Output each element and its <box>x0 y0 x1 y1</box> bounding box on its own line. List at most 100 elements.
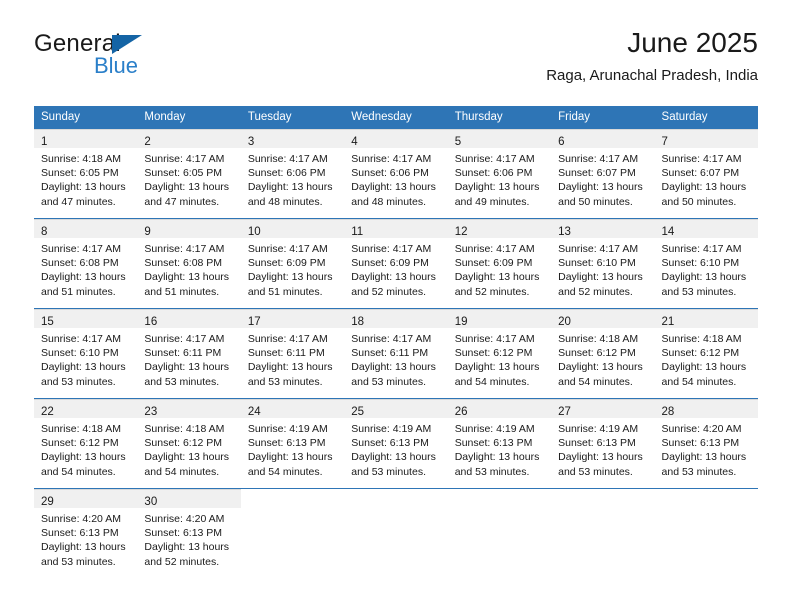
daylight-text-line2: and 52 minutes. <box>558 285 633 298</box>
day-cell[interactable]: 8 Sunrise: 4:17 AM Sunset: 6:08 PM Dayli… <box>34 219 138 308</box>
day-number: 14 <box>661 226 675 238</box>
sunrise-text: Sunrise: 4:17 AM <box>351 153 432 165</box>
day-cell[interactable]: 28 Sunrise: 4:20 AM Sunset: 6:13 PM Dayl… <box>654 399 758 488</box>
page-title: June 2025 <box>627 27 758 58</box>
daylight-text-line2: and 54 minutes. <box>558 375 633 388</box>
day-details: Sunrise: 4:18 AM Sunset: 6:12 PM Dayligh… <box>34 418 137 479</box>
general-blue-logo[interactable]: General Blue <box>34 30 234 86</box>
week-row: 22 Sunrise: 4:18 AM Sunset: 6:12 PM Dayl… <box>34 398 758 488</box>
day-cell[interactable]: 19 Sunrise: 4:17 AM Sunset: 6:12 PM Dayl… <box>447 309 552 398</box>
day-cell[interactable]: 14 Sunrise: 4:17 AM Sunset: 6:10 PM Dayl… <box>654 219 758 308</box>
day-number: 9 <box>144 226 151 238</box>
day-cell[interactable]: 20 Sunrise: 4:18 AM Sunset: 6:12 PM Dayl… <box>551 309 655 398</box>
day-cell[interactable]: 26 Sunrise: 4:19 AM Sunset: 6:13 PM Dayl… <box>447 399 552 488</box>
sunrise-text: Sunrise: 4:20 AM <box>661 423 742 435</box>
sunset-text: Sunset: 6:07 PM <box>661 167 740 180</box>
day-cell[interactable]: 3 Sunrise: 4:17 AM Sunset: 6:06 PM Dayli… <box>240 129 345 218</box>
daylight-text-line1: Daylight: 13 hours <box>351 181 436 194</box>
daylight-text-line2: and 50 minutes. <box>661 195 737 208</box>
day-number-bar: 23 <box>137 399 241 418</box>
daylight-text-line1: Daylight: 13 hours <box>247 181 333 194</box>
sunset-text: Sunset: 6:13 PM <box>351 437 429 450</box>
day-details: Sunrise: 4:17 AM Sunset: 6:11 PM Dayligh… <box>241 328 344 389</box>
day-number: 20 <box>558 316 571 328</box>
sunset-text: Sunset: 6:13 PM <box>661 437 740 450</box>
daylight-text-line2: and 47 minutes. <box>144 195 220 208</box>
day-details: Sunrise: 4:17 AM Sunset: 6:09 PM Dayligh… <box>448 238 551 299</box>
day-number: 22 <box>41 406 54 418</box>
day-number: 21 <box>661 316 675 328</box>
day-cell[interactable]: 13 Sunrise: 4:17 AM Sunset: 6:10 PM Dayl… <box>551 219 655 308</box>
day-number-bar: 10 <box>240 219 345 238</box>
day-cell[interactable]: 5 Sunrise: 4:17 AM Sunset: 6:06 PM Dayli… <box>447 129 552 218</box>
sunrise-text: Sunrise: 4:17 AM <box>661 243 742 255</box>
daylight-text-line1: Daylight: 13 hours <box>661 181 747 194</box>
day-cell[interactable]: 15 Sunrise: 4:17 AM Sunset: 6:10 PM Dayl… <box>34 309 138 398</box>
day-details: Sunrise: 4:17 AM Sunset: 6:11 PM Dayligh… <box>344 328 447 389</box>
day-cell[interactable]: 22 Sunrise: 4:18 AM Sunset: 6:12 PM Dayl… <box>34 399 138 488</box>
day-number-bar: 21 <box>654 309 758 328</box>
day-details: Sunrise: 4:17 AM Sunset: 6:10 PM Dayligh… <box>34 328 137 389</box>
day-cell[interactable]: 10 Sunrise: 4:17 AM Sunset: 6:09 PM Dayl… <box>240 219 345 308</box>
day-cell[interactable]: 23 Sunrise: 4:18 AM Sunset: 6:12 PM Dayl… <box>137 399 241 488</box>
sunset-text: Sunset: 6:06 PM <box>351 167 429 180</box>
day-number-bar: 13 <box>551 219 655 238</box>
day-number-bar: 2 <box>137 129 241 148</box>
daylight-text-line2: and 52 minutes. <box>144 555 220 568</box>
sunrise-text: Sunrise: 4:17 AM <box>454 153 535 165</box>
day-cell[interactable]: 7 Sunrise: 4:17 AM Sunset: 6:07 PM Dayli… <box>654 129 758 218</box>
day-number: 26 <box>454 406 468 418</box>
day-details: Sunrise: 4:20 AM Sunset: 6:13 PM Dayligh… <box>34 508 137 569</box>
sunset-text: Sunset: 6:10 PM <box>558 257 636 270</box>
daylight-text-line2: and 53 minutes. <box>41 375 116 388</box>
sunset-text: Sunset: 6:10 PM <box>41 347 119 360</box>
logo-text-blue: Blue <box>94 53 139 78</box>
day-number-bar: 4 <box>344 129 448 148</box>
day-cell[interactable]: 29 Sunrise: 4:20 AM Sunset: 6:13 PM Dayl… <box>34 489 138 578</box>
day-number: 24 <box>247 406 261 418</box>
day-cell[interactable]: 18 Sunrise: 4:17 AM Sunset: 6:11 PM Dayl… <box>344 309 448 398</box>
day-details: Sunrise: 4:18 AM Sunset: 6:12 PM Dayligh… <box>655 328 758 389</box>
day-details: Sunrise: 4:17 AM Sunset: 6:06 PM Dayligh… <box>241 148 344 209</box>
day-cell[interactable]: 6 Sunrise: 4:17 AM Sunset: 6:07 PM Dayli… <box>551 129 655 218</box>
daylight-text-line1: Daylight: 13 hours <box>41 541 126 554</box>
day-cell[interactable]: 9 Sunrise: 4:17 AM Sunset: 6:08 PM Dayli… <box>137 219 241 308</box>
day-cell[interactable]: 1 Sunrise: 4:18 AM Sunset: 6:05 PM Dayli… <box>34 129 138 218</box>
day-details: Sunrise: 4:17 AM Sunset: 6:06 PM Dayligh… <box>448 148 551 209</box>
day-cell[interactable]: 16 Sunrise: 4:17 AM Sunset: 6:11 PM Dayl… <box>137 309 241 398</box>
day-cell[interactable]: 17 Sunrise: 4:17 AM Sunset: 6:11 PM Dayl… <box>240 309 345 398</box>
day-cell[interactable]: 12 Sunrise: 4:17 AM Sunset: 6:09 PM Dayl… <box>447 219 552 308</box>
sunset-text: Sunset: 6:06 PM <box>247 167 326 180</box>
day-cell-empty <box>551 489 655 578</box>
daylight-text-line2: and 52 minutes. <box>351 285 426 298</box>
day-cell[interactable]: 25 Sunrise: 4:19 AM Sunset: 6:13 PM Dayl… <box>344 399 448 488</box>
day-number-bar: 5 <box>447 129 552 148</box>
sunset-text: Sunset: 6:11 PM <box>351 347 429 360</box>
day-number: 4 <box>351 136 358 148</box>
day-number: 25 <box>351 406 365 418</box>
day-cell[interactable]: 30 Sunrise: 4:20 AM Sunset: 6:13 PM Dayl… <box>137 489 241 578</box>
day-details: Sunrise: 4:18 AM Sunset: 6:05 PM Dayligh… <box>34 148 137 209</box>
day-cell[interactable]: 4 Sunrise: 4:17 AM Sunset: 6:06 PM Dayli… <box>344 129 448 218</box>
day-details: Sunrise: 4:17 AM Sunset: 6:09 PM Dayligh… <box>241 238 344 299</box>
day-cell[interactable]: 2 Sunrise: 4:17 AM Sunset: 6:05 PM Dayli… <box>137 129 241 218</box>
daylight-text-line1: Daylight: 13 hours <box>454 361 540 374</box>
day-number: 1 <box>41 136 48 148</box>
daylight-text-line2: and 53 minutes. <box>454 465 530 478</box>
daylight-text-line1: Daylight: 13 hours <box>144 271 230 284</box>
weekday-header-saturday: Saturday <box>661 111 708 123</box>
day-cell[interactable]: 24 Sunrise: 4:19 AM Sunset: 6:13 PM Dayl… <box>240 399 345 488</box>
day-number-bar: 15 <box>34 309 138 328</box>
daylight-text-line2: and 54 minutes. <box>247 465 323 478</box>
daylight-text-line2: and 53 minutes. <box>144 375 220 388</box>
day-details: Sunrise: 4:19 AM Sunset: 6:13 PM Dayligh… <box>448 418 551 479</box>
sunrise-text: Sunrise: 4:17 AM <box>247 153 328 165</box>
day-details: Sunrise: 4:17 AM Sunset: 6:12 PM Dayligh… <box>448 328 551 389</box>
daylight-text-line2: and 52 minutes. <box>454 285 530 298</box>
day-cell[interactable]: 11 Sunrise: 4:17 AM Sunset: 6:09 PM Dayl… <box>344 219 448 308</box>
day-number-bar: 24 <box>240 399 345 418</box>
day-cell[interactable]: 21 Sunrise: 4:18 AM Sunset: 6:12 PM Dayl… <box>654 309 758 398</box>
day-cell[interactable]: 27 Sunrise: 4:19 AM Sunset: 6:13 PM Dayl… <box>551 399 655 488</box>
sunset-text: Sunset: 6:08 PM <box>41 257 119 270</box>
day-number-bar: 6 <box>551 129 655 148</box>
